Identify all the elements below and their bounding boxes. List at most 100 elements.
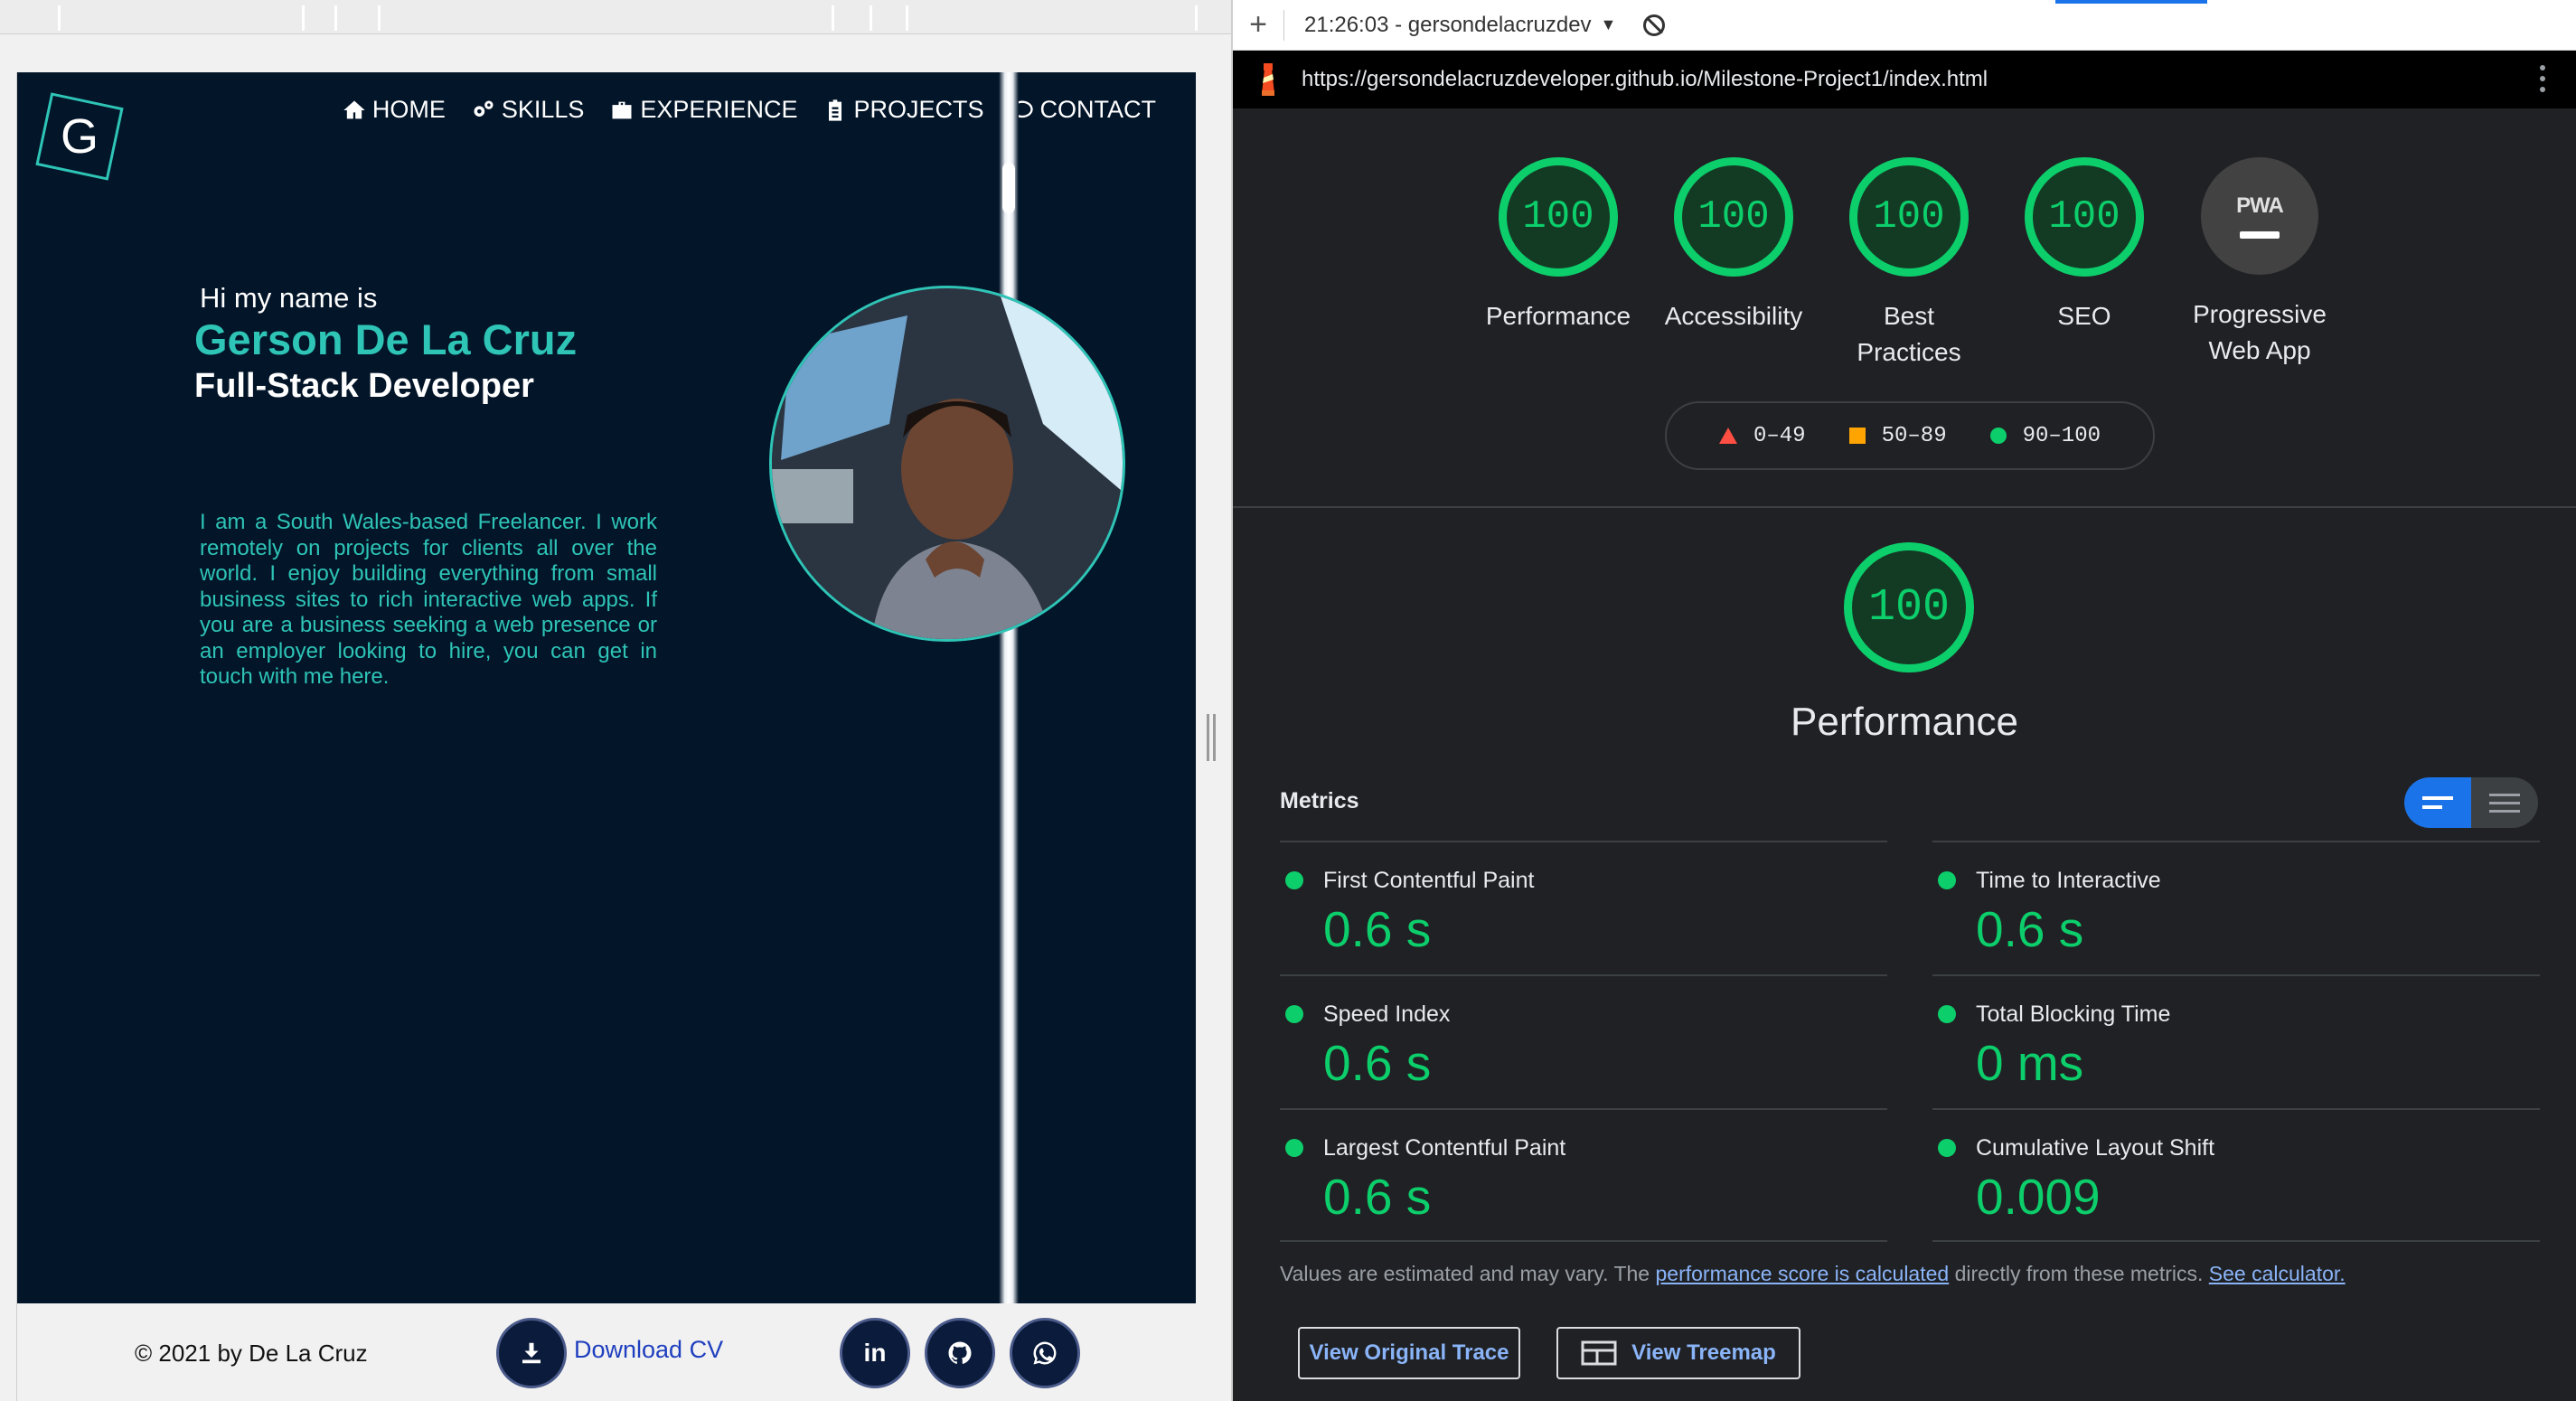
score-scale-legend: 0–49 50–89 90–100 (1665, 401, 2155, 470)
gauge-seo[interactable]: 100 SEO (2003, 157, 2166, 334)
legend-average-range: 50–89 (1881, 423, 1947, 448)
linkedin-icon: in (863, 1339, 887, 1367)
hero-greeting: Hi my name is (200, 282, 378, 314)
metric-title: Cumulative Layout Shift (1976, 1135, 2215, 1161)
nav-skills[interactable]: SKILLS (471, 96, 585, 124)
pass-dot-icon (1938, 871, 1956, 889)
metric-largest-contentful-paint: Largest Contentful Paint 0.6 s (1280, 1108, 1887, 1242)
nav-skills-label: SKILLS (501, 96, 585, 123)
device-preview-pane: G HOME SKILLS EXPERIENCE PROJECTS CONTAC… (0, 0, 1231, 1401)
nav-contact-label: CONTACT (1039, 96, 1157, 123)
performance-main-gauge: 100 (1844, 542, 1974, 672)
treemap-icon (1581, 1340, 1617, 1366)
gauge-pwa[interactable]: PWA Progressive Web App (2178, 157, 2341, 369)
gauge-performance[interactable]: 100 Performance (1477, 157, 1640, 334)
metric-value: 0.6 s (1976, 901, 2084, 957)
disclaimer-middle: directly from these metrics. (1949, 1262, 2209, 1285)
gauge-accessibility-score: 100 (1674, 157, 1793, 277)
pwa-dash-icon (2240, 231, 2280, 239)
pass-dot-icon (1285, 871, 1303, 889)
metric-cumulative-layout-shift: Cumulative Layout Shift 0.009 (1932, 1108, 2540, 1242)
summary-view-icon[interactable] (2404, 777, 2471, 828)
legend-pass: 90–100 (1989, 424, 2101, 448)
hero-name: Gerson De La Cruz (194, 315, 578, 363)
gauge-best-practices-score: 100 (1849, 157, 1969, 277)
ruler-tick (58, 5, 61, 31)
metric-title: Time to Interactive (1976, 868, 2161, 893)
devtools-toolbar: + 21:26:03 - gersondelacruzdev ▼ (1233, 0, 2576, 51)
metric-title: Total Blocking Time (1976, 1001, 2171, 1027)
toggle-bar (2422, 805, 2442, 809)
metric-title: Speed Index (1323, 1001, 1451, 1027)
metrics-view-toggle[interactable] (2404, 777, 2538, 828)
linkedin-button[interactable]: in (840, 1318, 910, 1388)
pass-dot-icon (1285, 1005, 1303, 1023)
nav-projects-label: PROJECTS (853, 96, 984, 123)
toggle-line (2489, 809, 2520, 813)
nav-home-label: HOME (371, 96, 446, 123)
site-logo[interactable]: G (35, 92, 124, 181)
nav-experience[interactable]: EXPERIENCE (609, 96, 797, 124)
github-button[interactable] (925, 1318, 995, 1388)
device-ruler (0, 0, 1231, 34)
ruler-tick (870, 5, 872, 31)
metric-value: 0.6 s (1323, 1035, 1432, 1091)
performance-main-score: 100 (1844, 542, 1974, 672)
nav-home[interactable]: HOME (342, 96, 446, 124)
metrics-heading: Metrics (1280, 788, 1359, 813)
new-report-button[interactable]: + (1233, 7, 1283, 42)
report-url[interactable]: https://gersondelacruzdeveloper.github.i… (1302, 67, 1988, 92)
metric-value: 0 ms (1976, 1035, 2084, 1091)
report-selector-label: 21:26:03 - gersondelacruzdev (1304, 12, 1592, 37)
metric-time-to-interactive: Time to Interactive 0.6 s (1932, 841, 2540, 974)
download-cv-link[interactable]: Download CV (574, 1336, 723, 1364)
pane-resize-handle[interactable] (1207, 714, 1216, 761)
disclaimer-prefix: Values are estimated and may vary. The (1280, 1262, 1656, 1285)
nav-experience-label: EXPERIENCE (640, 96, 798, 123)
see-calculator-link[interactable]: See calculator. (2209, 1262, 2346, 1285)
metric-speed-index: Speed Index 0.6 s (1280, 974, 1887, 1108)
active-tab-indicator (2055, 0, 2207, 4)
metric-value: 0.6 s (1323, 1169, 1432, 1225)
expanded-view-icon[interactable] (2471, 777, 2538, 828)
metric-total-blocking-time: Total Blocking Time 0 ms (1932, 974, 2540, 1108)
ruler-tick (334, 5, 337, 31)
gauge-seo-label: SEO (2057, 302, 2111, 330)
site-footer: © 2021 by De La Cruz Download CV in (17, 1303, 1196, 1401)
briefcase-icon (612, 101, 632, 118)
legend-fail-range: 0–49 (1753, 423, 1806, 448)
metric-title: First Contentful Paint (1323, 868, 1535, 893)
whatsapp-icon (1033, 1341, 1057, 1365)
nav-contact[interactable]: CONTACT (1010, 96, 1157, 124)
caret-down-icon: ▼ (1600, 15, 1617, 33)
hero-section: G HOME SKILLS EXPERIENCE PROJECTS CONTAC… (17, 72, 1196, 1303)
toggle-line (2489, 793, 2520, 796)
metrics-right-column: Time to Interactive 0.6 s Total Blocking… (1932, 841, 2540, 1242)
lighthouse-panel: + 21:26:03 - gersondelacruzdev ▼ https:/… (1233, 0, 2576, 1401)
performance-title: Performance (1791, 700, 2018, 744)
pwa-badge-icon: PWA (2201, 157, 2318, 275)
whatsapp-button[interactable] (1010, 1318, 1080, 1388)
main-nav: HOME SKILLS EXPERIENCE PROJECTS CONTACT (342, 96, 1156, 124)
metric-value: 0.6 s (1323, 901, 1432, 957)
section-divider (1233, 506, 2576, 508)
view-original-trace-button[interactable]: View Original Trace (1298, 1327, 1520, 1379)
more-options-icon[interactable] (2540, 65, 2545, 92)
ruler-tick (302, 5, 305, 31)
download-cv-button[interactable] (496, 1318, 567, 1388)
view-treemap-button[interactable]: View Treemap (1556, 1327, 1800, 1379)
gauge-best-practices[interactable]: 100 Best Practices (1828, 157, 1990, 371)
ruler-tick (1195, 5, 1198, 31)
report-url-bar: https://gersondelacruzdeveloper.github.i… (1233, 51, 2576, 108)
clear-reports-icon[interactable] (1643, 14, 1666, 36)
profile-photo (769, 286, 1125, 642)
score-gauges: 100 Performance 100 Accessibility 100 Be… (1233, 157, 2576, 374)
score-calculation-link[interactable]: performance score is calculated (1655, 1262, 1949, 1285)
legend-fail: 0–49 (1718, 423, 1806, 448)
website-viewport: G HOME SKILLS EXPERIENCE PROJECTS CONTAC… (16, 72, 1196, 1401)
gauge-accessibility[interactable]: 100 Accessibility (1652, 157, 1815, 334)
home-icon (343, 100, 365, 118)
report-selector[interactable]: 21:26:03 - gersondelacruzdev ▼ (1304, 13, 1616, 38)
gears-icon (474, 100, 494, 117)
nav-projects[interactable]: PROJECTS (823, 96, 984, 124)
